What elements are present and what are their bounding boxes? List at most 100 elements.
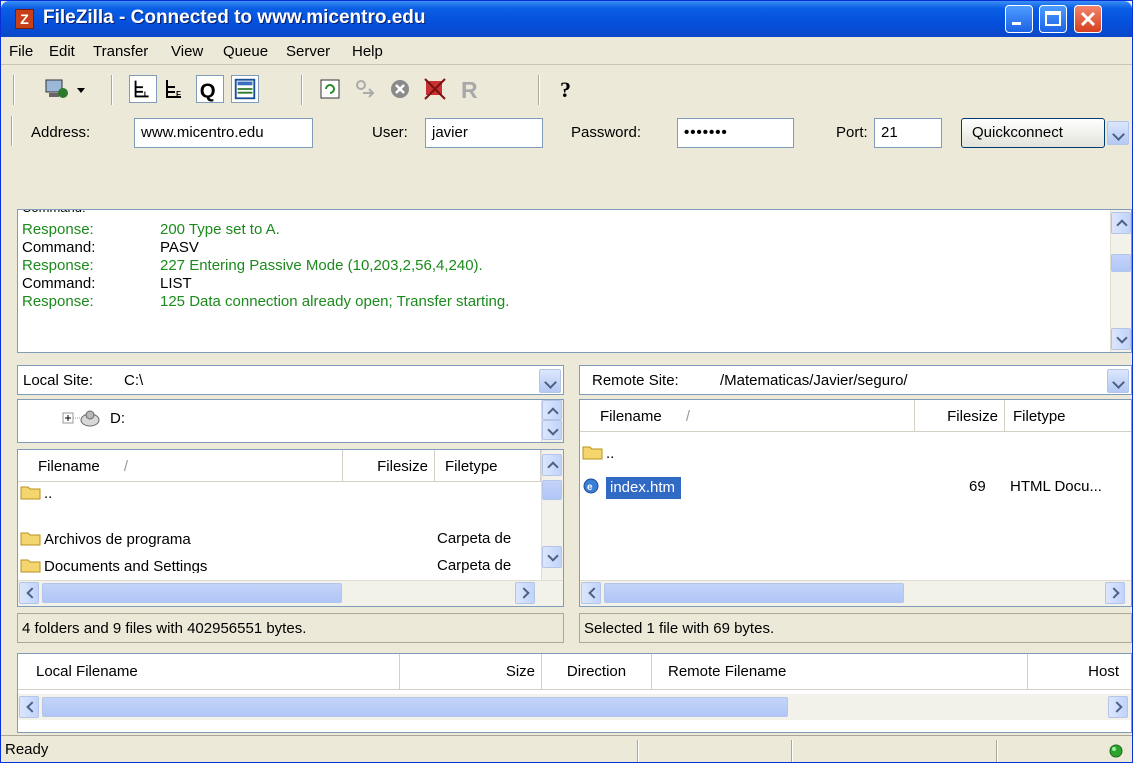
filezilla-window: Z FileZilla - Connected to www.micentro.… — [0, 0, 1133, 763]
svg-text:?: ? — [560, 77, 571, 102]
window-title: FileZilla - Connected to www.micentro.ed… — [43, 7, 426, 28]
folder-icon — [20, 486, 41, 500]
quickconnect-bar: Address: www.micentro.edu User: javier P… — [1, 112, 1132, 152]
scroll-up-icon[interactable] — [542, 400, 562, 420]
queue-header: Local Filename Size Direction Remote Fil… — [18, 654, 1131, 690]
local-site-path: C:\ — [124, 372, 144, 389]
maximize-icon — [1045, 11, 1061, 26]
menu-help[interactable]: Help — [352, 43, 383, 60]
maximize-button[interactable] — [1039, 5, 1067, 33]
scroll-left-icon[interactable] — [19, 582, 39, 604]
scroll-right-icon[interactable] — [515, 582, 535, 604]
port-label: Port: — [836, 124, 868, 141]
status-text: Ready — [5, 741, 49, 758]
remote-col-filetype[interactable]: Filetype — [1005, 400, 1131, 432]
queue-hscrollbar[interactable] — [18, 694, 1131, 720]
scroll-up-icon[interactable] — [1111, 212, 1131, 234]
local-col-filename[interactable]: Filename / — [18, 450, 343, 482]
toggle-remote-tree-icon[interactable] — [231, 75, 259, 103]
local-tree-scrollbar[interactable] — [541, 400, 563, 442]
refresh-icon[interactable] — [316, 75, 344, 103]
menu-server[interactable]: Server — [286, 43, 330, 60]
folder-icon — [20, 532, 41, 546]
log-row: Command: LIST — [22, 275, 192, 292]
quickconnect-button[interactable]: Quickconnect — [961, 118, 1105, 148]
queue-col-size[interactable]: Size — [400, 654, 542, 690]
menu-file[interactable]: File — [9, 43, 33, 60]
port-field[interactable]: 21 — [874, 118, 942, 148]
scroll-down-icon[interactable] — [542, 546, 562, 568]
svg-text:L: L — [144, 89, 149, 98]
local-status: 4 folders and 9 files with 402956551 byt… — [17, 613, 564, 643]
close-button[interactable] — [1074, 5, 1102, 33]
quickconnect-history-dropdown[interactable] — [1107, 121, 1129, 145]
process-queue-icon[interactable] — [351, 75, 379, 103]
scroll-right-icon[interactable] — [1108, 696, 1128, 718]
html-file-icon: e — [583, 478, 599, 494]
scroll-left-icon[interactable] — [581, 582, 601, 604]
svg-text:e: e — [587, 482, 593, 493]
log-clipped-row: Command: — [22, 210, 86, 215]
log-scrollbar[interactable] — [1110, 210, 1131, 352]
scroll-thumb[interactable] — [42, 697, 788, 717]
help-icon[interactable]: ? — [553, 75, 581, 103]
toggle-local-tree-icon[interactable]: F — [161, 75, 189, 103]
scroll-thumb[interactable] — [1111, 254, 1131, 272]
list-item-selected[interactable]: e index.htm 69 HTML Docu... — [582, 477, 1122, 504]
remote-col-filesize[interactable]: Filesize — [915, 400, 1005, 432]
toggle-log-icon[interactable]: L — [129, 75, 157, 103]
queue-col-local-filename[interactable]: Local Filename — [18, 654, 400, 690]
list-item[interactable]: Archivos de programa Carpeta de — [20, 530, 520, 556]
tree-drive-label[interactable]: D: — [110, 410, 125, 427]
remote-col-filename[interactable]: Filename / — [580, 400, 915, 432]
scroll-up-icon[interactable] — [542, 454, 562, 476]
scroll-down-icon[interactable] — [542, 420, 562, 440]
menu-view[interactable]: View — [171, 43, 203, 60]
scroll-down-icon[interactable] — [1111, 328, 1131, 350]
queue-col-host[interactable]: Host — [1028, 654, 1131, 690]
scroll-thumb[interactable] — [604, 583, 904, 603]
dropdown-arrow-icon[interactable] — [73, 75, 89, 103]
local-list-vscrollbar[interactable] — [541, 450, 563, 580]
cancel-icon[interactable] — [386, 75, 414, 103]
local-site-dropdown[interactable] — [539, 369, 561, 393]
connection-status-icon — [1109, 744, 1123, 758]
message-log: Command: Response:200 Type set to A. Com… — [17, 209, 1132, 353]
site-manager-icon[interactable] — [43, 75, 71, 103]
disconnect-icon[interactable] — [421, 75, 449, 103]
remote-site-dropdown[interactable] — [1107, 369, 1129, 393]
folder-icon — [20, 559, 41, 573]
title-bar[interactable]: Z FileZilla - Connected to www.micentro.… — [1, 1, 1132, 37]
transfer-queue: Local Filename Size Direction Remote Fil… — [17, 653, 1132, 733]
scroll-right-icon[interactable] — [1105, 582, 1125, 604]
scroll-left-icon[interactable] — [19, 696, 39, 718]
toggle-queue-icon[interactable]: Q — [196, 75, 224, 103]
list-item[interactable]: .. — [20, 484, 520, 510]
user-label: User: — [372, 124, 408, 141]
menu-edit[interactable]: Edit — [49, 43, 75, 60]
remote-site-label: Remote Site: — [592, 372, 679, 389]
list-item[interactable]: .. — [582, 444, 1122, 470]
password-field[interactable]: ••••••• — [677, 118, 794, 148]
list-item[interactable]: Documents and Settings Carpeta de — [20, 557, 520, 573]
svg-text:R: R — [461, 77, 478, 103]
remote-list-hscrollbar[interactable] — [580, 580, 1131, 606]
reconnect-icon[interactable]: R — [456, 75, 484, 103]
user-field[interactable]: javier — [425, 118, 543, 148]
toolbar: L F Q R ? — [1, 67, 1132, 111]
local-list-hscrollbar[interactable] — [18, 580, 563, 606]
status-bar: Ready — [1, 735, 1132, 763]
menu-transfer[interactable]: Transfer — [93, 43, 148, 60]
local-col-filesize[interactable]: Filesize — [343, 450, 435, 482]
scroll-thumb[interactable] — [42, 583, 342, 603]
queue-col-direction[interactable]: Direction — [542, 654, 652, 690]
queue-col-remote-filename[interactable]: Remote Filename — [652, 654, 1028, 690]
log-row: Response: 227 Entering Passive Mode (10,2… — [22, 257, 483, 274]
remote-site-combo[interactable]: Remote Site: /Matematicas/Javier/seguro/ — [579, 365, 1132, 395]
menu-queue[interactable]: Queue — [223, 43, 268, 60]
local-site-combo[interactable]: Local Site: C:\ — [17, 365, 564, 395]
local-col-filetype[interactable]: Filetype — [435, 450, 541, 482]
minimize-button[interactable] — [1005, 5, 1033, 33]
address-field[interactable]: www.micentro.edu — [134, 118, 313, 148]
scroll-thumb[interactable] — [542, 480, 562, 500]
